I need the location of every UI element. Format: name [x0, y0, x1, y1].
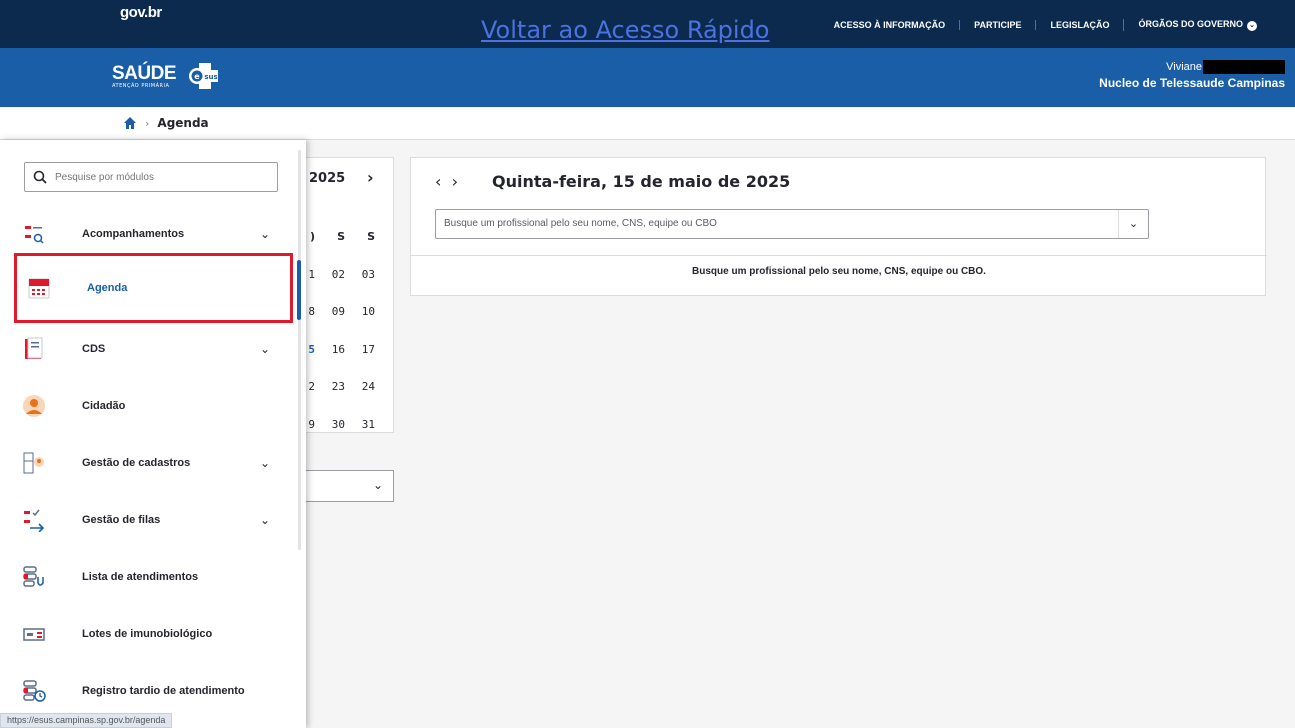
weekday-header: S	[337, 230, 345, 243]
sidebar-item-label: Acompanhamentos	[82, 228, 185, 240]
calendar-day[interactable]: 30	[315, 406, 345, 444]
sidebar-item-label: Cidadão	[82, 400, 126, 412]
calendar-day[interactable]: 17	[345, 331, 375, 369]
sidebar-item-label: Registro tardio de atendimento	[82, 685, 245, 697]
app-header: SAÚDE ATENÇÃO PRIMÁRIA e sus Viviane Nuc…	[0, 48, 1295, 107]
calendar-day[interactable]: 02	[315, 256, 345, 294]
calendar-day[interactable]: 03	[345, 256, 375, 294]
gov-top-bar: gov.br Voltar ao Acesso Rápido ACESSO À …	[0, 0, 1295, 48]
esus-cross-icon: e sus	[189, 63, 218, 89]
sidebar-item-label: Agenda	[87, 282, 128, 294]
prev-day-button[interactable]: ‹	[435, 172, 441, 191]
divider	[411, 255, 1267, 256]
weekday-header: S	[367, 230, 375, 243]
calendar-icon	[21, 270, 57, 306]
professional-search-input[interactable]: Busque um profissional pelo seu nome, CN…	[435, 209, 1149, 239]
sidebar-item-lista-atendimentos[interactable]: Lista de atendimentos	[12, 549, 294, 605]
calendar-next-button[interactable]: ›	[367, 168, 374, 187]
search-icon	[33, 170, 47, 184]
gov-nav: ACESSO À INFORMAÇÃO PARTICIPE LEGISLAÇÃO…	[820, 19, 1271, 31]
breadcrumb: › Agenda	[0, 107, 1295, 140]
sidebar-item-agenda[interactable]: Agenda	[14, 253, 293, 323]
queue-management-icon	[16, 502, 52, 538]
chevron-down-icon[interactable]: ⌄	[1118, 210, 1148, 238]
user-team: Nucleo de Telessaude Campinas	[1099, 76, 1285, 90]
professional-search-placeholder: Busque um profissional pelo seu nome, CN…	[444, 218, 717, 229]
sidebar-item-cidadao[interactable]: Cidadão	[12, 378, 294, 434]
redacted-block	[1203, 60, 1285, 74]
agenda-date-title: Quinta-feira, 15 de maio de 2025	[492, 172, 791, 191]
sidebar-item-label: CDS	[82, 343, 106, 355]
next-day-button[interactable]: ›	[452, 172, 458, 191]
empty-state-message: Busque um profissional pelo seu nome, CN…	[692, 266, 986, 277]
skip-to-quick-access-link[interactable]: Voltar ao Acesso Rápido	[481, 16, 770, 44]
gov-nav-legislacao[interactable]: LEGISLAÇÃO	[1035, 20, 1123, 30]
sidebar-item-label: Lotes de imunobiológico	[82, 628, 213, 640]
logo-subtitle: ATENÇÃO PRIMÁRIA	[112, 83, 170, 89]
calendar-day[interactable]: 24	[345, 368, 375, 406]
calendar-year: 2025	[309, 171, 346, 186]
status-bar-url: https://esus.campinas.sp.gov.br/agenda	[0, 713, 173, 728]
sidebar-item-gestao-filas[interactable]: Gestão de filas ⌄	[12, 492, 294, 548]
calendar-day[interactable]: 10	[345, 293, 375, 331]
svg-text:e: e	[194, 72, 200, 81]
sidebar-item-cds[interactable]: CDS ⌄	[12, 321, 294, 377]
chevron-right-icon: ›	[145, 116, 150, 130]
registry-management-icon	[16, 445, 52, 481]
govbr-logo[interactable]: gov.br	[120, 4, 162, 21]
breadcrumb-current: Agenda	[157, 116, 209, 130]
sidebar-item-label: Gestão de filas	[82, 514, 161, 526]
sidebar-scroll-track	[298, 150, 301, 550]
gov-nav-participe[interactable]: PARTICIPE	[959, 20, 1035, 30]
gov-nav-orgaos-label: ÓRGÃOS DO GOVERNO	[1138, 19, 1243, 29]
sidebar-item-label: Lista de atendimentos	[82, 571, 199, 583]
chevron-down-icon: ⌄	[259, 227, 270, 241]
chevron-down-icon: ⌄	[259, 513, 270, 527]
module-search[interactable]	[24, 162, 278, 192]
attendance-list-icon	[16, 559, 52, 595]
module-sidebar: Acompanhamentos ⌄ Agenda CDS ⌄ Cidadão G…	[0, 140, 306, 728]
gov-nav-acesso-informacao[interactable]: ACESSO À INFORMAÇÃO	[820, 20, 960, 30]
sidebar-scrollbar[interactable]	[297, 260, 301, 320]
cds-document-icon	[16, 331, 52, 367]
module-search-input[interactable]	[55, 171, 255, 183]
sidebar-item-lotes-imunobiologico[interactable]: Lotes de imunobiológico	[12, 606, 294, 662]
sidebar-item-gestao-cadastros[interactable]: Gestão de cadastros ⌄	[12, 435, 294, 491]
svg-text:sus: sus	[204, 73, 217, 81]
chevron-down-icon: ⌄	[259, 456, 270, 470]
calendar-day[interactable]: 09	[315, 293, 345, 331]
citizen-icon	[16, 388, 52, 424]
sidebar-item-label: Gestão de cadastros	[82, 457, 191, 469]
calendar-day[interactable]: 31	[345, 406, 375, 444]
calendar-day[interactable]: 23	[315, 368, 345, 406]
vaccine-batch-icon	[16, 616, 52, 652]
user-name: Viviane	[1166, 61, 1202, 73]
agenda-panel: ‹ › Quinta-feira, 15 de maio de 2025 Bus…	[410, 157, 1267, 296]
sidebar-item-registro-tardio[interactable]: Registro tardio de atendimento	[12, 663, 294, 719]
acompanhamentos-icon	[16, 216, 52, 252]
date-nav: ‹ ›	[435, 172, 458, 191]
chevron-down-icon: ⌄	[1247, 21, 1257, 31]
calendar-day[interactable]: 16	[315, 331, 345, 369]
saude-esus-logo[interactable]: SAÚDE ATENÇÃO PRIMÁRIA e sus	[112, 63, 218, 89]
logo-text: SAÚDE	[112, 63, 177, 84]
chevron-down-icon: ⌄	[259, 342, 270, 356]
chevron-down-icon: ⌄	[372, 478, 383, 492]
home-icon[interactable]	[123, 116, 137, 130]
user-profile[interactable]: Viviane Nucleo de Telessaude Campinas	[1099, 60, 1285, 90]
gov-nav-orgaos[interactable]: ÓRGÃOS DO GOVERNO ⌄	[1123, 19, 1271, 31]
late-registration-icon	[16, 673, 52, 709]
